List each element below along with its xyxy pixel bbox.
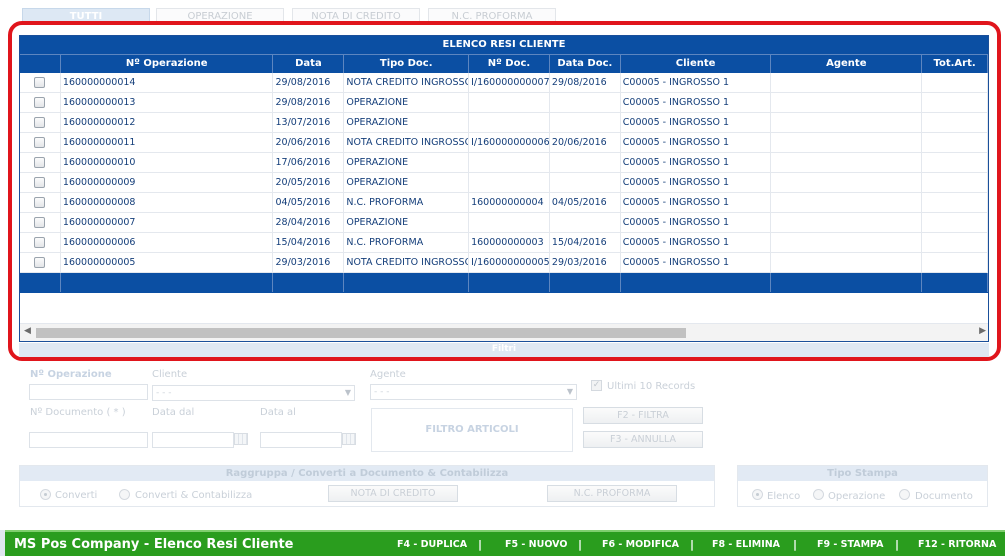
chevron-down-icon: ▼ bbox=[344, 388, 351, 397]
filters-bar[interactable]: Filtri bbox=[19, 343, 989, 357]
nota-di-credito-button[interactable]: NOTA DI CREDITO bbox=[328, 485, 458, 502]
data-al-input[interactable] bbox=[260, 432, 342, 448]
agente-value: - - - bbox=[374, 387, 390, 397]
elenco-label: Elenco bbox=[767, 491, 801, 502]
raggruppa-panel: Raggruppa / Converti a Documento & Conta… bbox=[19, 465, 715, 507]
agente-label: Agente bbox=[370, 369, 406, 380]
agente-select[interactable]: - - - ▼ bbox=[370, 384, 577, 400]
separator: | bbox=[478, 538, 483, 551]
separator: | bbox=[895, 538, 900, 551]
cliente-label: Cliente bbox=[152, 369, 188, 380]
converti-radio[interactable] bbox=[40, 489, 51, 500]
stampa-key[interactable]: F9 - STAMPA bbox=[817, 539, 884, 550]
separator: | bbox=[578, 538, 583, 551]
ultimi-checkbox[interactable]: ✓ bbox=[591, 380, 602, 391]
highlight-frame bbox=[8, 21, 1001, 361]
documento-input[interactable] bbox=[29, 432, 148, 448]
converti-label: Converti bbox=[55, 490, 98, 501]
ritorna-key[interactable]: F12 - RITORNA bbox=[918, 539, 996, 550]
separator: | bbox=[793, 538, 798, 551]
chevron-down-icon: ▼ bbox=[566, 387, 573, 396]
footer-bar: MS Pos Company - Elenco Resi Cliente F4 … bbox=[5, 530, 1005, 556]
raggruppa-title: Raggruppa / Converti a Documento & Conta… bbox=[20, 466, 714, 481]
filtro-articoli-box[interactable]: FILTRO ARTICOLI bbox=[371, 408, 573, 452]
ultimi-label: Ultimi 10 Records bbox=[607, 381, 696, 392]
operazione-input[interactable] bbox=[29, 384, 148, 400]
operazione-radio-label: Operazione bbox=[828, 491, 886, 502]
separator: | bbox=[690, 538, 695, 551]
modifica-key[interactable]: F6 - MODIFICA bbox=[602, 539, 679, 550]
tipo-stampa-title: Tipo Stampa bbox=[738, 466, 987, 481]
cliente-select[interactable]: - - - ▼ bbox=[152, 385, 355, 401]
nc-proforma-button[interactable]: N.C. PROFORMA bbox=[547, 485, 677, 502]
annulla-button[interactable]: F3 - ANNULLA bbox=[583, 431, 703, 448]
nuovo-key[interactable]: F5 - NUOVO bbox=[505, 539, 567, 550]
duplica-key[interactable]: F4 - DUPLICA bbox=[397, 539, 467, 550]
footer-title: MS Pos Company - Elenco Resi Cliente bbox=[14, 537, 294, 552]
filtra-button[interactable]: F2 - FILTRA bbox=[583, 407, 703, 424]
data-dal-label: Data dal bbox=[152, 407, 195, 418]
elimina-key[interactable]: F8 - ELIMINA bbox=[712, 539, 780, 550]
documento-label: Nº Documento ( * ) bbox=[30, 407, 126, 418]
calendar-icon[interactable] bbox=[234, 433, 248, 445]
documento-radio[interactable] bbox=[899, 489, 910, 500]
filtro-articoli-label: FILTRO ARTICOLI bbox=[425, 424, 519, 435]
cliente-value: - - - bbox=[156, 388, 172, 398]
calendar-icon[interactable] bbox=[342, 433, 356, 445]
documento-radio-label: Documento bbox=[915, 491, 973, 502]
data-al-label: Data al bbox=[260, 407, 296, 418]
elenco-radio[interactable] bbox=[752, 489, 763, 500]
converti-contabilizza-label: Converti & Contabilizza bbox=[135, 490, 253, 501]
operazione-radio[interactable] bbox=[813, 489, 824, 500]
data-dal-input[interactable] bbox=[152, 432, 234, 448]
tipo-stampa-panel: Tipo Stampa Elenco Operazione Documento bbox=[737, 465, 988, 507]
operazione-label: Nº Operazione bbox=[30, 369, 112, 380]
converti-contabilizza-radio[interactable] bbox=[119, 489, 130, 500]
